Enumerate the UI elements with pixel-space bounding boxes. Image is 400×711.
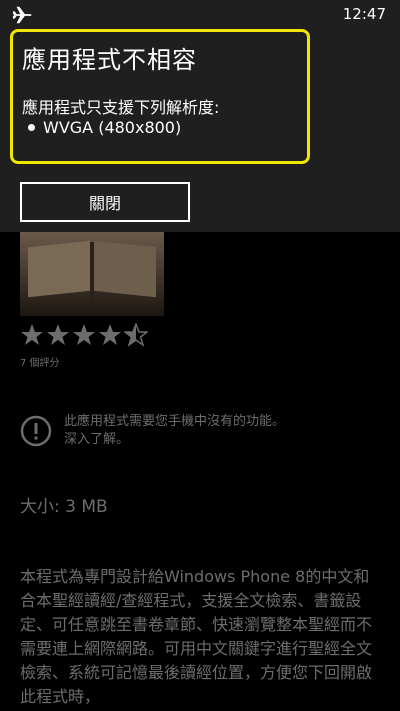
dialog-message: 應用程式只支援下列解析度: [22, 98, 220, 117]
resolution-label: WVGA (480x800) [43, 118, 182, 137]
star-half-icon [124, 323, 148, 347]
app-screenshot-thumbnail[interactable] [20, 232, 164, 316]
close-button[interactable]: 關閉 [20, 182, 190, 222]
star-icon [47, 324, 69, 345]
exclamation-circle-icon [20, 415, 52, 447]
bullet-icon [28, 124, 35, 131]
warning-line1: 此應用程式需要您手機中沒有的功能。 [64, 414, 286, 429]
star-icon [21, 324, 43, 345]
resolution-list-item: WVGA (480x800) [22, 118, 181, 137]
rating-stars [20, 323, 148, 347]
star-icon [99, 324, 121, 345]
star-icon [73, 324, 95, 345]
rating-count: 7 個評分 [20, 358, 60, 369]
incompatibility-warning[interactable]: 此應用程式需要您手機中沒有的功能。 深入了解。 [64, 413, 384, 449]
status-clock: 12:47 [342, 5, 386, 23]
incompatible-app-dialog: 12:47 應用程式不相容 應用程式只支援下列解析度: WVGA (480x80… [0, 0, 400, 232]
app-size: 大小: 3 MB [20, 497, 108, 517]
app-description: 本程式為專門設計給Windows Phone 8的中文和合本聖經讀經/查經程式，… [20, 567, 373, 706]
airplane-icon [12, 6, 32, 24]
dialog-title: 應用程式不相容 [22, 46, 197, 74]
status-bar: 12:47 [0, 0, 400, 30]
learn-more-link[interactable]: 深入了解。 [64, 431, 384, 449]
